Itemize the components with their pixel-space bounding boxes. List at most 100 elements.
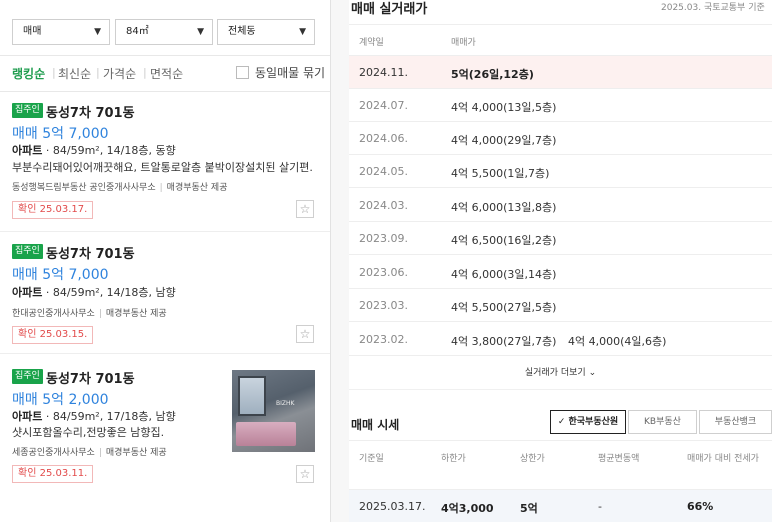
thumbnail-window [238,376,266,416]
filter-bar: 매매 ▼ 84㎡ ▼ 전체동 ▼ [0,0,330,56]
row-date: 2024.05. [359,165,408,178]
detail-panel: 매매 실거래가 2025.03. 국토교통부 기준 계약일 매매가 2024.1… [349,0,772,522]
market-high: 5억 [520,502,538,515]
row-price: 4억 4,000(29일,7층) [451,134,557,147]
listing-title[interactable]: 동성7차 701동 [46,368,135,387]
market-base-date: 2025.03.17. [359,500,426,513]
sort-area[interactable]: 면적순 [150,65,183,82]
market-low: 4억3,000 [441,502,494,515]
transactions-title: 매매 실거래가 [351,2,428,17]
row-price: 4억 6,000(13일,8층) [451,201,557,214]
panel-divider [331,0,349,522]
listing-panel: 매매 ▼ 84㎡ ▼ 전체동 ▼ 랭킹순 | 최신순 | 가격순 | 면적순 동… [0,0,331,522]
agent-info: 한대공인중개사사무소 | 매경부동산 제공 [12,306,167,319]
sort-latest[interactable]: 최신순 [58,65,91,82]
agent-info: 세종공인중개사사무소 | 매경부동산 제공 [12,445,167,458]
transactions-header: 계약일 매매가 [349,24,772,56]
row-date: 2024.11. [359,66,408,79]
confirm-date: 확인 25.03.15. [12,326,94,344]
star-icon[interactable]: ☆ [296,465,314,483]
dong-value: 전체동 [228,26,256,37]
property-type: 아파트 [12,144,43,157]
star-icon[interactable]: ☆ [296,325,314,343]
table-row: 2024.05. 4억 5,500(1일,7층) [349,155,772,188]
more-label: 실거래가 더보기 [524,368,586,378]
confirm-date: 확인 25.03.17. [12,201,94,219]
row-price: 5억(26일,12층) [451,68,534,81]
tab-label: KB부동산 [644,417,681,427]
agent-name: 동성행복드림부동산 공인중개사사무소 [12,183,156,193]
row-date: 2023.09. [359,232,408,245]
row-price: 4억 6,000(3일,14층) [451,268,557,281]
more-transactions-link[interactable]: 실거래가 더보기 ⌄ [349,358,772,390]
listing-title[interactable]: 동성7차 701동 [46,102,135,121]
thumbnail-watermark: BIZHK [276,400,295,407]
agent-name: 한대공인중개사사무소 [12,309,95,319]
header-low: 하한가 [441,454,466,464]
listing-spec: 아파트 · 84/59m², 14/18층, 동향 [12,142,176,158]
header-high: 상한가 [520,454,545,464]
tab-bank[interactable]: 부동산뱅크 [699,410,772,434]
listing-price: 매매 5억 7,000 [12,267,109,283]
market-row: 2025.03.17. 4억3,000 5억 - 66% [349,490,772,522]
header-date: 계약일 [359,38,384,48]
data-provider: 매경부동산 제공 [105,448,167,458]
row-price: 4억 3,800(27일,7층) [451,335,557,348]
transactions-source: 2025.03. 국토교통부 기준 [661,3,765,13]
row-date: 2024.07. [359,99,408,112]
data-provider: 매경부동산 제공 [166,183,228,193]
chevron-down-icon: ▼ [197,27,204,37]
confirm-date: 확인 25.03.11. [12,465,94,483]
sort-price[interactable]: 가격순 [103,65,136,82]
header-avg-change: 평균변동액 [598,454,640,464]
listing-spec: 아파트 · 84/59m², 17/18층, 남향 [12,408,176,424]
area-value: 84㎡ [126,26,149,37]
owner-badge: 집주인 [12,244,43,259]
property-type: 아파트 [12,286,43,299]
chevron-down-icon: ▼ [94,27,101,37]
data-provider: 매경부동산 제공 [105,309,167,319]
header-base-date: 기준일 [359,454,384,464]
same-listing-label: 동일매물 묶기 [255,66,326,80]
header-price: 매매가 [451,38,476,48]
table-row: 2023.06. 4억 6,000(3일,14층) [349,256,772,289]
agent-name: 세종공인중개사사무소 [12,448,95,458]
sort-divider: | [143,66,147,79]
row-date: 2024.03. [359,199,408,212]
agent-divider: | [159,183,163,193]
agent-divider: | [98,309,102,319]
spec-detail: · 84/59m², 14/18층, 동향 [42,144,176,157]
sort-bar: 랭킹순 | 최신순 | 가격순 | 면적순 동일매물 묶기 [0,56,330,92]
listing-thumbnail[interactable]: BIZHK [232,370,315,452]
dong-select[interactable]: 전체동 ▼ [217,19,315,45]
area-select[interactable]: 84㎡ ▼ [115,19,213,45]
property-type: 아파트 [12,410,43,423]
market-header: 기준일 하한가 상한가 평균변동액 매매가 대비 전세가 [349,440,772,490]
sort-ranking[interactable]: 랭킹순 [12,65,45,82]
tab-kb[interactable]: KB부동산 [628,410,697,434]
row-date: 2024.06. [359,132,408,145]
listing-card[interactable]: 집주인 동성7차 701동 매매 5억 7,000 아파트 · 84/59m²,… [0,232,330,354]
listing-card[interactable]: 집주인 동성7차 701동 매매 5억 7,000 아파트 · 84/59m²,… [0,92,330,232]
table-row: 2023.03. 4억 5,500(27일,5층) [349,289,772,322]
thumbnail-bed [236,422,296,446]
same-listing-checkbox[interactable] [236,66,249,79]
table-row: 2024.11. 5억(26일,12층) [349,56,772,89]
row-price: 4억 5,500(1일,7층) [451,167,550,180]
row-price: 4억 4,000(13일,5층) [451,101,557,114]
row-date: 2023.03. [359,299,408,312]
listing-title[interactable]: 동성7차 701동 [46,243,135,262]
agent-info: 동성행복드림부동산 공인중개사사무소 | 매경부동산 제공 [12,180,228,193]
star-icon[interactable]: ☆ [296,200,314,218]
row-price: 4억 5,500(27일,5층) [451,301,557,314]
tab-kab[interactable]: ✓ 한국부동산원 [550,410,626,434]
table-row: 2023.09. 4억 6,500(16일,2층) [349,222,772,255]
row-price-secondary: 4억 4,000(4일,6층) [568,335,667,348]
table-row: 2024.07. 4억 4,000(13일,5층) [349,89,772,122]
row-date: 2023.06. [359,266,408,279]
agent-divider: | [98,448,102,458]
listing-description: 샷시포함올수리,전망좋은 남향집. [12,426,165,439]
header-jeonse-ratio: 매매가 대비 전세가 [687,454,759,464]
spec-detail: · 84/59m², 17/18층, 남향 [42,410,176,423]
trade-type-select[interactable]: 매매 ▼ [12,19,110,45]
